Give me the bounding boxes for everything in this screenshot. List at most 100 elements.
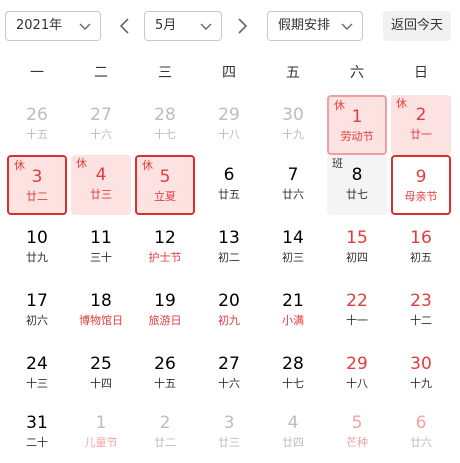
day-cell[interactable]: 27 十六 [71, 95, 131, 155]
calendar-grid: 26 十五 27 十六 28 十七 29 十八 30 十九休 1 劳动节休 2 廿一休 3 廿二休 4 廿三休 5 立… [0, 0, 460, 452]
day-cell[interactable]: 28 十七 [263, 344, 323, 404]
day-cell[interactable]: 18 博物馆日 [71, 281, 131, 341]
day-cell[interactable]: 23 十二 [391, 281, 451, 341]
day-cell[interactable]: 1 儿童节 [71, 403, 131, 463]
day-cell[interactable]: 13 初二 [199, 218, 259, 278]
day-cell[interactable]: 2 廿二 [135, 403, 195, 463]
day-number: 14 [282, 228, 304, 248]
lunar-label: 初三 [282, 251, 304, 264]
day-number: 21 [282, 291, 304, 311]
day-cell[interactable]: 24 十三 [7, 344, 67, 404]
day-number: 10 [26, 228, 48, 248]
day-cell[interactable]: 26 十五 [135, 344, 195, 404]
day-cell[interactable]: 30 十九 [263, 95, 323, 155]
lunar-label: 十三 [26, 377, 48, 390]
day-cell[interactable]: 19 旅游日 [135, 281, 195, 341]
day-number: 28 [154, 105, 176, 125]
lunar-label: 初六 [26, 314, 48, 327]
day-number: 30 [282, 105, 304, 125]
lunar-label: 廿二 [154, 436, 176, 449]
day-cell[interactable]: 6 廿五 [199, 155, 259, 215]
day-number: 2 [415, 105, 427, 125]
day-cell[interactable]: 17 初六 [7, 281, 67, 341]
lunar-label: 廿五 [218, 188, 240, 201]
lunar-label: 十五 [26, 128, 48, 141]
lunar-label: 廿六 [282, 188, 304, 201]
day-cell[interactable]: 休 3 廿二 [7, 155, 67, 215]
day-number: 8 [351, 165, 363, 185]
day-number: 9 [415, 167, 427, 187]
day-number: 1 [351, 107, 363, 127]
lunar-label: 十一 [346, 314, 368, 327]
day-cell[interactable]: 10 廿九 [7, 218, 67, 278]
day-number: 19 [154, 291, 176, 311]
day-cell[interactable]: 22 十一 [327, 281, 387, 341]
lunar-label: 十八 [218, 128, 240, 141]
day-number: 31 [26, 413, 48, 433]
day-number: 22 [346, 291, 368, 311]
lunar-label: 十九 [282, 128, 304, 141]
day-cell[interactable]: 16 初五 [391, 218, 451, 278]
day-cell[interactable]: 29 十八 [199, 95, 259, 155]
day-cell[interactable]: 班 8 廿七 [327, 155, 387, 215]
day-number: 28 [282, 354, 304, 374]
day-cell[interactable]: 6 廿六 [391, 403, 451, 463]
day-number: 30 [410, 354, 432, 374]
day-cell[interactable]: 11 三十 [71, 218, 131, 278]
day-number: 17 [26, 291, 48, 311]
day-number: 29 [346, 354, 368, 374]
day-number: 5 [159, 167, 171, 187]
lunar-label: 初五 [410, 251, 432, 264]
day-number: 26 [26, 105, 48, 125]
day-cell[interactable]: 27 十六 [199, 344, 259, 404]
day-cell[interactable]: 9 母亲节 [391, 155, 451, 215]
day-cell[interactable]: 3 廿三 [199, 403, 259, 463]
day-cell[interactable]: 31 二十 [7, 403, 67, 463]
lunar-label: 廿三 [90, 188, 112, 201]
day-number: 23 [410, 291, 432, 311]
day-cell[interactable]: 15 初四 [327, 218, 387, 278]
day-cell[interactable]: 休 4 廿三 [71, 155, 131, 215]
day-number: 7 [287, 165, 299, 185]
day-number: 25 [90, 354, 112, 374]
lunar-label: 十六 [90, 128, 112, 141]
day-cell[interactable]: 5 芒种 [327, 403, 387, 463]
day-number: 6 [415, 413, 427, 433]
lunar-label: 劳动节 [340, 130, 374, 143]
day-cell[interactable]: 4 廿四 [263, 403, 323, 463]
lunar-label: 护士节 [148, 251, 182, 264]
day-number: 2 [159, 413, 171, 433]
day-cell[interactable]: 14 初三 [263, 218, 323, 278]
day-cell[interactable]: 21 小满 [263, 281, 323, 341]
day-number: 11 [90, 228, 112, 248]
day-cell[interactable]: 29 十八 [327, 344, 387, 404]
day-cell[interactable]: 休 5 立夏 [135, 155, 195, 215]
lunar-label: 十八 [346, 377, 368, 390]
lunar-label: 初九 [218, 314, 240, 327]
day-cell[interactable]: 28 十七 [135, 95, 195, 155]
lunar-label: 芒种 [346, 436, 368, 449]
lunar-label: 初四 [346, 251, 368, 264]
day-number: 18 [90, 291, 112, 311]
day-cell[interactable]: 20 初九 [199, 281, 259, 341]
day-cell[interactable]: 12 护士节 [135, 218, 195, 278]
day-cell[interactable]: 25 十四 [71, 344, 131, 404]
day-number: 16 [410, 228, 432, 248]
day-cell[interactable]: 休 1 劳动节 [327, 95, 387, 155]
lunar-label: 母亲节 [404, 190, 438, 203]
day-number: 6 [223, 165, 235, 185]
day-number: 13 [218, 228, 240, 248]
day-number: 3 [31, 167, 43, 187]
day-number: 3 [223, 413, 235, 433]
lunar-label: 二十 [26, 436, 48, 449]
day-number: 4 [287, 413, 299, 433]
day-cell[interactable]: 26 十五 [7, 95, 67, 155]
day-number: 24 [26, 354, 48, 374]
lunar-label: 廿六 [410, 436, 432, 449]
day-number: 20 [218, 291, 240, 311]
lunar-label: 廿三 [218, 436, 240, 449]
day-cell[interactable]: 休 2 廿一 [391, 95, 451, 155]
day-cell[interactable]: 7 廿六 [263, 155, 323, 215]
lunar-label: 十九 [410, 377, 432, 390]
day-cell[interactable]: 30 十九 [391, 344, 451, 404]
